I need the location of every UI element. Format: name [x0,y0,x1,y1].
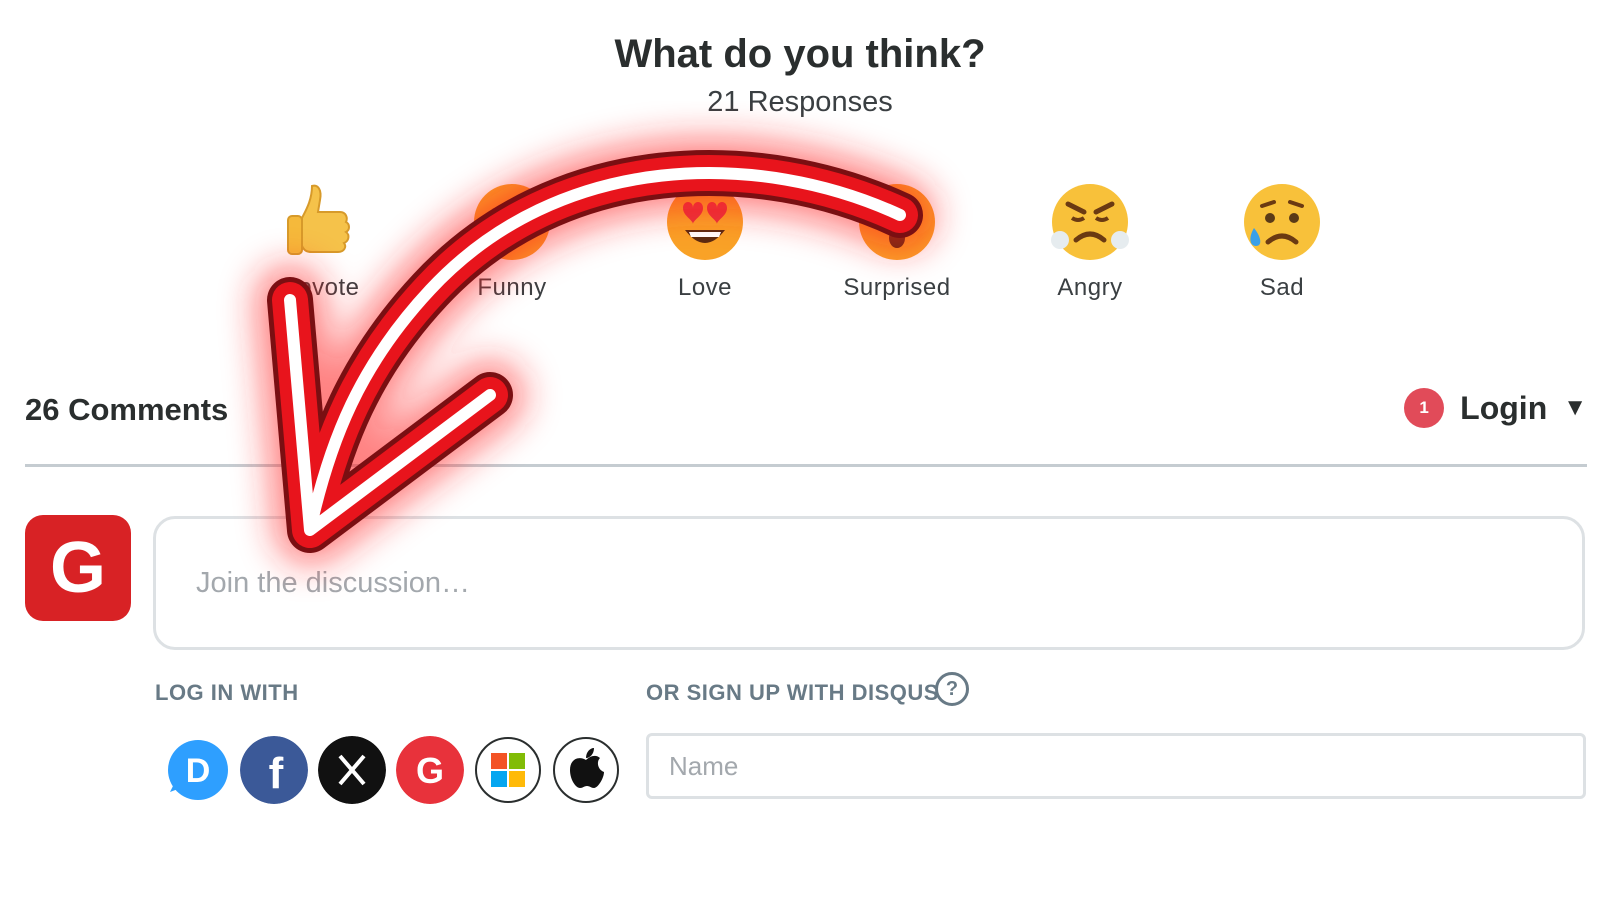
help-icon[interactable]: ? [935,672,969,706]
reaction-label: Upvote [280,274,360,301]
name-field[interactable] [646,733,1586,799]
svg-text:D: D [186,752,211,790]
comment-placeholder: Join the discussion… [196,567,471,599]
disqus-login-button[interactable]: D [162,736,230,804]
x-login-button[interactable] [318,736,386,804]
laughing-face-icon [474,184,550,260]
reaction-surprised[interactable]: Surprised [822,180,972,302]
reactions-row: Upvote Funny Love Surprised Angry Sad [0,180,1600,310]
disqus-icon: D [168,740,228,800]
reaction-label: Sad [1259,274,1305,301]
avatar: G [25,515,131,621]
google-icon: G [396,736,464,804]
apple-login-button[interactable] [552,736,620,804]
sad-face-icon [1244,184,1320,260]
login-label[interactable]: Login [1460,390,1547,427]
reaction-angry[interactable]: Angry [1015,180,1165,302]
microsoft-login-button[interactable] [474,736,542,804]
svg-text:G: G [416,750,444,791]
thumbs-up-icon [287,184,350,255]
reaction-label: Love [677,274,733,301]
angry-face-icon [1051,184,1129,260]
reaction-label: Surprised [843,274,951,301]
reaction-label: Funny [477,274,547,301]
reaction-love[interactable]: Love [630,180,780,302]
comments-bar: 26 Comments 1 Login ▼ [25,380,1587,467]
heart-eyes-face-icon [667,184,743,260]
google-login-button[interactable]: G [396,736,464,804]
surprised-face-icon [859,184,935,260]
facebook-icon: f [240,736,308,804]
notification-badge[interactable]: 1 [1404,388,1445,428]
login-menu[interactable]: 1 Login ▼ [1404,388,1587,428]
x-icon [318,736,386,804]
apple-icon [553,737,619,803]
reaction-sad[interactable]: Sad [1207,180,1357,302]
reaction-label: Angry [1057,274,1123,301]
comment-textbox[interactable]: Join the discussion… [153,516,1585,650]
reactions-title: What do you think? [614,32,986,76]
comment-count: 26 Comments [25,392,229,427]
reactions-header: What do you think? 21 Responses [0,30,1600,119]
reaction-funny[interactable]: Funny [437,180,587,302]
login-with-label: LOG IN WITH [155,680,299,705]
reaction-upvote[interactable]: Upvote [245,180,395,302]
svg-text:f: f [269,749,284,798]
responses-count: 21 Responses [707,86,893,118]
facebook-login-button[interactable]: f [240,736,308,804]
chevron-down-icon[interactable]: ▼ [1563,394,1587,422]
signup-label: OR SIGN UP WITH DISQUS [646,680,939,705]
microsoft-icon [475,737,541,803]
